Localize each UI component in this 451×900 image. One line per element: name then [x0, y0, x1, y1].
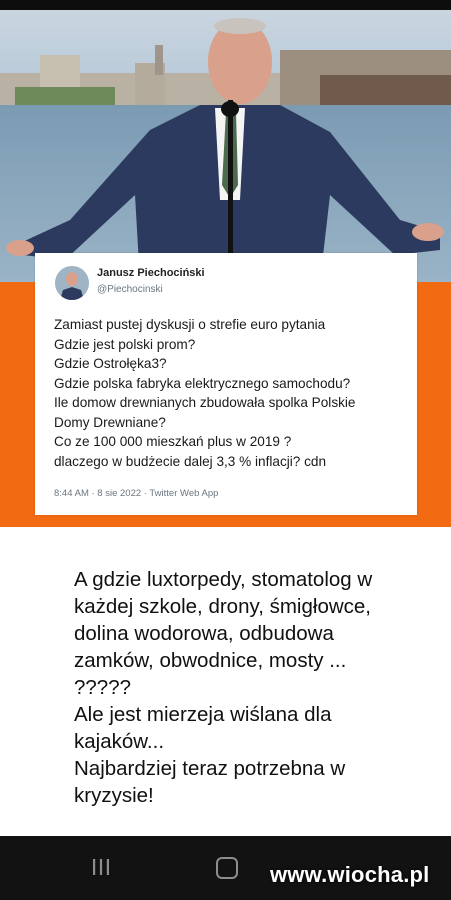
tweet-line: Domy Drewniane? — [54, 414, 166, 430]
comment-line: kryzysie! — [74, 784, 154, 807]
comment-line: każdej szkole, drony, śmigłowce, — [74, 595, 371, 618]
tweet-body: Zamiast pustej dyskusji o strefie euro p… — [54, 315, 414, 471]
comment-text: A gdzie luxtorpedy, stomatolog w każdej … — [74, 566, 444, 809]
comment-line: ????? — [74, 676, 132, 699]
recents-icon[interactable] — [92, 858, 110, 876]
comment-line: zamków, obwodnice, mosty ... — [74, 649, 347, 672]
comment-line: kajaków... — [74, 730, 165, 753]
tweet-line: Gdzie polska fabryka elektrycznego samoc… — [54, 375, 351, 391]
watermark: www.wiocha.pl — [270, 862, 430, 887]
tweet-line: Co ze 100 000 mieszkań plus w 2019 ? — [54, 434, 292, 449]
tweet-card: Janusz Piechociński @Piechocinski Zamias… — [35, 253, 417, 515]
comment-line: Ale jest mierzeja wiślana dla — [74, 703, 332, 726]
tweet-line: Ile domow drewnianych zbudowała spolka P… — [54, 395, 356, 410]
tweet-author-name[interactable]: Janusz Piechociński — [97, 267, 205, 279]
photo — [0, 10, 451, 282]
comment-line: A gdzie luxtorpedy, stomatolog w — [74, 568, 373, 591]
tweet-line: Zamiast pustej dyskusji o strefie euro p… — [54, 317, 326, 332]
comment-line: dolina wodorowa, odbudowa — [74, 622, 334, 645]
avatar — [55, 266, 89, 300]
tweet-timestamp: 8:44 AM · 8 sie 2022 · Twitter Web App — [54, 488, 219, 499]
tweet-line: Gdzie Ostrołęka3? — [54, 356, 167, 371]
politician-figure — [6, 18, 444, 282]
tweet-line: Gdzie jest polski prom? — [54, 336, 196, 352]
home-icon[interactable] — [216, 857, 238, 879]
status-bar — [0, 0, 451, 10]
tweet-author-handle[interactable]: @Piechocinski — [97, 284, 163, 295]
tweet-line: dlaczego w budżecie dalej 3,3 % inflacji… — [54, 453, 327, 469]
comment-line: Najbardziej teraz potrzebna w — [74, 757, 346, 780]
